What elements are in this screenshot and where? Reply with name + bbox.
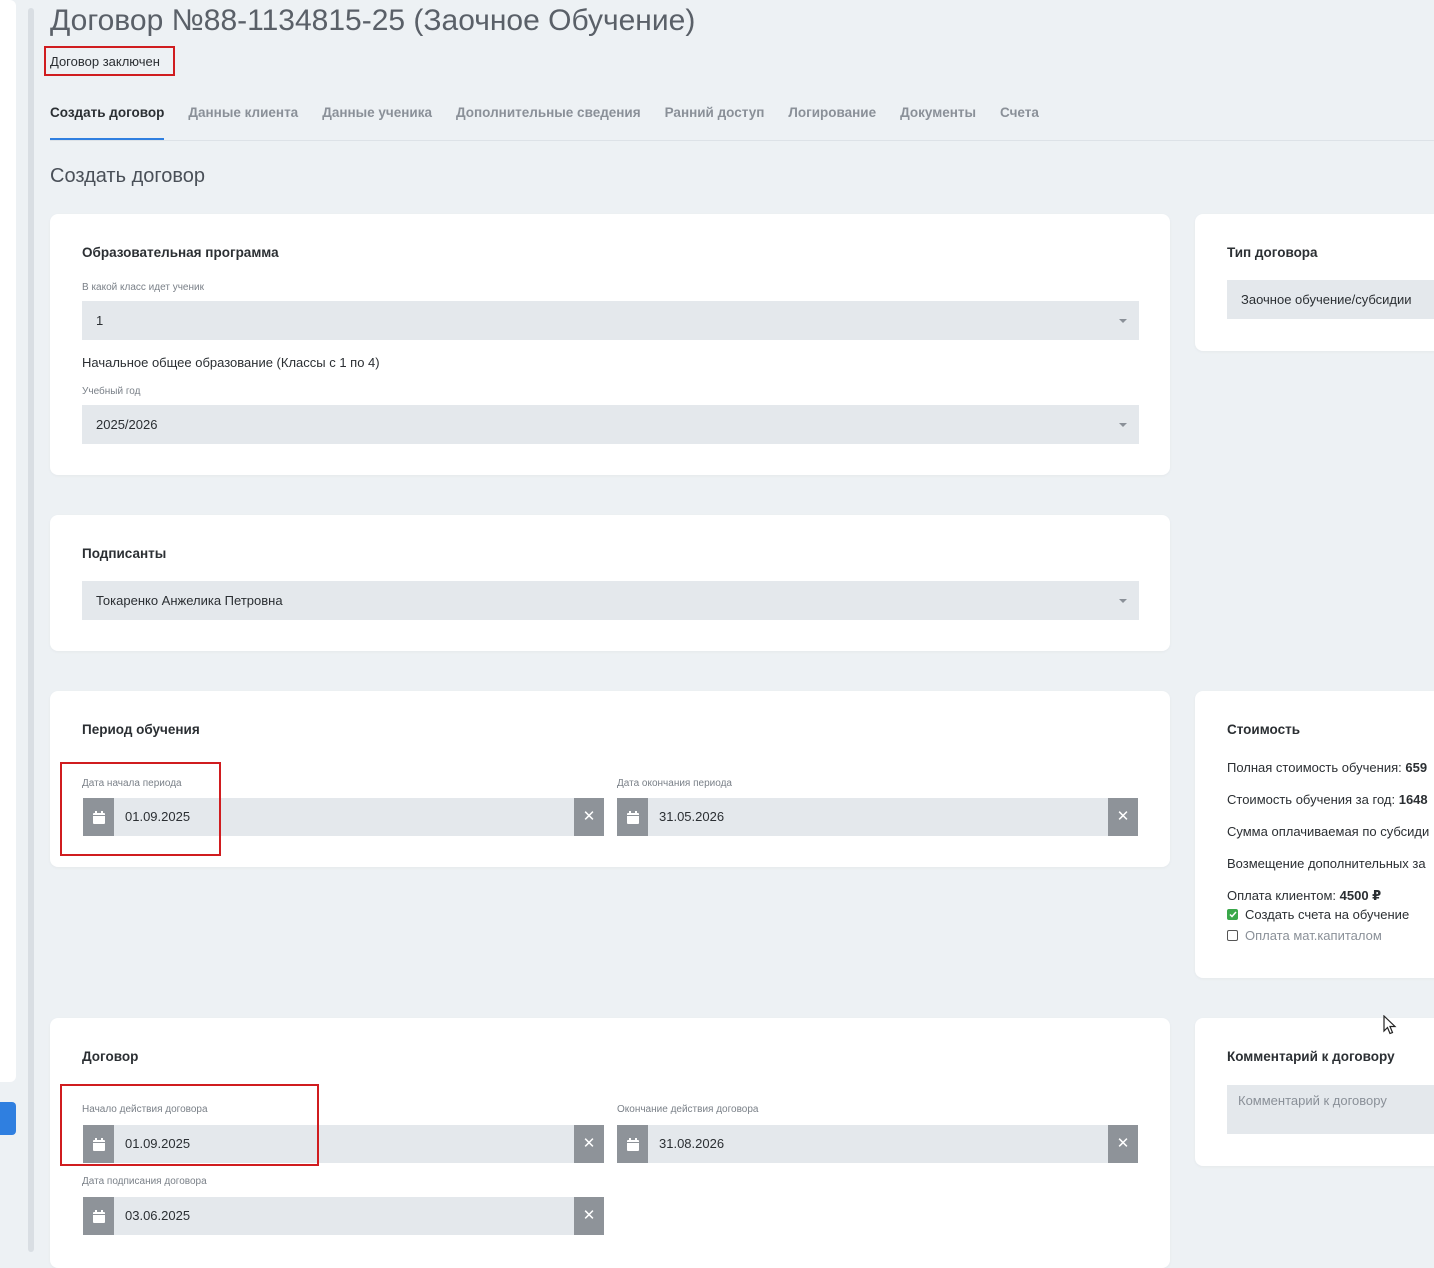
grade-value: 1 [96,313,104,328]
calendar-icon[interactable] [83,1197,114,1235]
tab-early-access[interactable]: Ранний доступ [665,96,765,140]
tab-documents[interactable]: Документы [900,96,976,140]
clear-icon[interactable]: ✕ [1108,798,1138,836]
calendar-icon[interactable] [617,798,648,836]
section-title: Создать договор [50,165,205,187]
matcapital-label[interactable]: Оплата мат.капиталом [1245,928,1382,943]
contract-type-select[interactable]: Заочное обучение/субсидии [1227,280,1434,319]
contract-sign-value[interactable]: 03.06.2025 [114,1197,574,1235]
tab-client-data[interactable]: Данные клиента [188,96,298,140]
period-start-label: Дата начала периода [82,778,182,789]
checkbox-checked-icon[interactable] [1227,909,1238,920]
tab-student-data[interactable]: Данные ученика [322,96,432,140]
period-start-value[interactable]: 01.09.2025 [114,798,574,836]
period-end-value[interactable]: 31.05.2026 [648,798,1108,836]
page-title: Договор №88-1134815-25 (Заочное Обучение… [50,4,696,37]
year-value: 2025/2026 [96,417,158,432]
contract-end-date[interactable]: 31.08.2026 ✕ [617,1125,1138,1163]
contract-start-value[interactable]: 01.09.2025 [114,1125,574,1163]
contract-sign-label: Дата подписания договора [82,1176,207,1187]
signers-card: Подписанты Токаренко Анжелика Петровна [50,515,1170,651]
contract-start-label: Начало действия договора [82,1104,208,1115]
comment-title: Комментарий к договору [1227,1049,1395,1064]
matcapital-checkbox[interactable]: Оплата мат.капиталом [1227,928,1382,943]
year-label: Учебный год [82,386,141,397]
period-end-label: Дата окончания периода [617,778,732,789]
clear-icon[interactable]: ✕ [1108,1125,1138,1163]
create-invoices-label[interactable]: Создать счета на обучение [1245,907,1409,922]
grade-label: В какой класс идет ученик [82,282,204,293]
cost-card: Стоимость Полная стоимость обучения: 659… [1195,691,1434,978]
mouse-pointer-icon [1383,1014,1397,1040]
period-end-date[interactable]: 31.05.2026 ✕ [617,798,1138,836]
chevron-down-icon [1119,599,1127,603]
contract-end-label: Окончание действия договора [617,1104,759,1115]
grade-select[interactable]: 1 [82,301,1139,340]
comment-textarea[interactable]: Комментарий к договору [1227,1085,1434,1134]
contract-card: Договор Начало действия договора 01.09.2… [50,1018,1170,1268]
contract-start-date[interactable]: 01.09.2025 ✕ [83,1125,604,1163]
contract-status: Договор заключен [44,46,175,76]
contract-end-value[interactable]: 31.08.2026 [648,1125,1108,1163]
tab-additional-info[interactable]: Дополнительные сведения [456,96,641,140]
clear-icon[interactable]: ✕ [574,798,604,836]
calendar-icon[interactable] [83,798,114,836]
signer-select[interactable]: Токаренко Анжелика Петровна [82,581,1139,620]
sidebar-scroll-track[interactable] [28,8,34,1252]
cost-refund: Возмещение дополнительных за [1227,856,1426,871]
contract-type-value: Заочное обучение/субсидии [1241,292,1412,307]
program-card-title: Образовательная программа [82,245,279,260]
calendar-icon[interactable] [83,1125,114,1163]
contract-title: Договор [82,1049,139,1064]
tabs-divider [50,140,1434,141]
period-title: Период обучения [82,722,200,737]
calendar-icon[interactable] [617,1125,648,1163]
sidebar-action-button[interactable] [0,1102,16,1135]
education-level-text: Начальное общее образование (Классы с 1 … [82,355,380,370]
cost-client: Оплата клиентом: 4500 ₽ [1227,888,1382,903]
period-start-date[interactable]: 01.09.2025 ✕ [83,798,604,836]
cost-title: Стоимость [1227,722,1301,737]
period-card: Период обучения Дата начала периода 01.0… [50,691,1170,867]
sidebar-panel [0,0,16,1082]
contract-type-card: Тип договора Заочное обучение/субсидии [1195,214,1434,351]
tab-create-contract[interactable]: Создать договор [50,96,165,140]
contract-sign-date[interactable]: 03.06.2025 ✕ [83,1197,604,1235]
signers-title: Подписанты [82,546,167,561]
chevron-down-icon [1119,423,1127,427]
clear-icon[interactable]: ✕ [574,1197,604,1235]
cost-subsidy: Сумма оплачиваемая по субсиди [1227,824,1430,839]
cost-full: Полная стоимость обучения: 659 [1227,760,1428,775]
create-invoices-checkbox[interactable]: Создать счета на обучение [1227,907,1409,922]
clear-icon[interactable]: ✕ [574,1125,604,1163]
tab-invoices[interactable]: Счета [1000,96,1039,140]
year-select[interactable]: 2025/2026 [82,405,1139,444]
tab-logging[interactable]: Логирование [788,96,876,140]
signer-value: Токаренко Анжелика Петровна [96,593,283,608]
checkbox-empty-icon[interactable] [1227,930,1238,941]
cost-year: Стоимость обучения за год: 1648 [1227,792,1428,807]
tab-bar: Создать договор Данные клиента Данные уч… [50,96,1039,140]
contract-type-title: Тип договора [1227,245,1318,260]
comment-card: Комментарий к договору Комментарий к дог… [1195,1018,1434,1166]
program-card: Образовательная программа В какой класс … [50,214,1170,475]
chevron-down-icon [1119,319,1127,323]
